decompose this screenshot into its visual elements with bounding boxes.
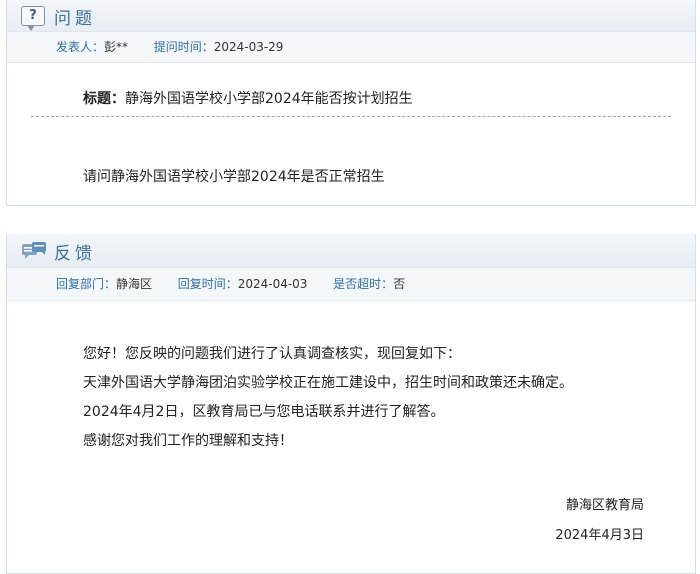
- dept-label: 回复部门：: [56, 277, 117, 291]
- feedback-meta: 回复部门：静海区 回复时间：2024-04-03 是否超时：否: [7, 268, 695, 301]
- poster-value: 彭**: [104, 40, 129, 54]
- ask-time-label: 提问时间：: [153, 40, 214, 54]
- dept-value: 静海区: [116, 277, 153, 291]
- reply-paragraph: 2024年4月2日，区教育局已与您电话联系并进行了解答。: [83, 404, 445, 420]
- overdue-label: 是否超时：: [333, 277, 394, 291]
- question-panel: ? 问题 发表人：彭** 提问时间：2024-03-29 标题：静海外国语学校小…: [6, 0, 696, 206]
- divider: [31, 116, 671, 117]
- question-title: 问题: [54, 9, 96, 29]
- question-bubble-icon: ?: [21, 6, 45, 31]
- reply-paragraph: 感谢您对我们工作的理解和支持！: [83, 433, 293, 449]
- chat-bubbles-icon: [22, 242, 46, 259]
- overdue-value: 否: [393, 277, 406, 291]
- reply-time-value: 2024-04-03: [237, 277, 308, 291]
- reply-time-label: 回复时间：: [177, 277, 238, 291]
- poster-label: 发表人：: [56, 40, 105, 54]
- reply-paragraph: 您好！您反映的问题我们进行了认真调查核实，现回复如下：: [83, 346, 461, 362]
- subject-label: 标题：: [83, 91, 125, 107]
- question-subject: 标题：静海外国语学校小学部2024年能否按计划招生: [83, 88, 413, 108]
- question-header: ? 问题: [7, 0, 695, 32]
- signature-org: 静海区教育局: [565, 498, 644, 513]
- ask-time-value: 2024-03-29: [213, 40, 284, 54]
- reply-body: 您好！您反映的问题我们进行了认真调查核实，现回复如下： 天津外国语大学静海团泊实…: [83, 340, 573, 456]
- question-meta: 发表人：彭** 提问时间：2024-03-29: [7, 32, 695, 63]
- reply-paragraph: 天津外国语大学静海团泊实验学校正在施工建设中，招生时间和政策还未确定。: [83, 375, 573, 391]
- feedback-title: 反馈: [54, 244, 96, 264]
- question-content: 请问静海外国语学校小学部2024年是否正常招生: [83, 169, 385, 185]
- subject-value: 静海外国语学校小学部2024年能否按计划招生: [125, 91, 413, 107]
- feedback-header: 反馈: [7, 234, 695, 268]
- signature-date: 2024年4月3日: [555, 528, 644, 543]
- feedback-panel: 反馈 回复部门：静海区 回复时间：2024-04-03 是否超时：否 您好！您反…: [6, 234, 696, 574]
